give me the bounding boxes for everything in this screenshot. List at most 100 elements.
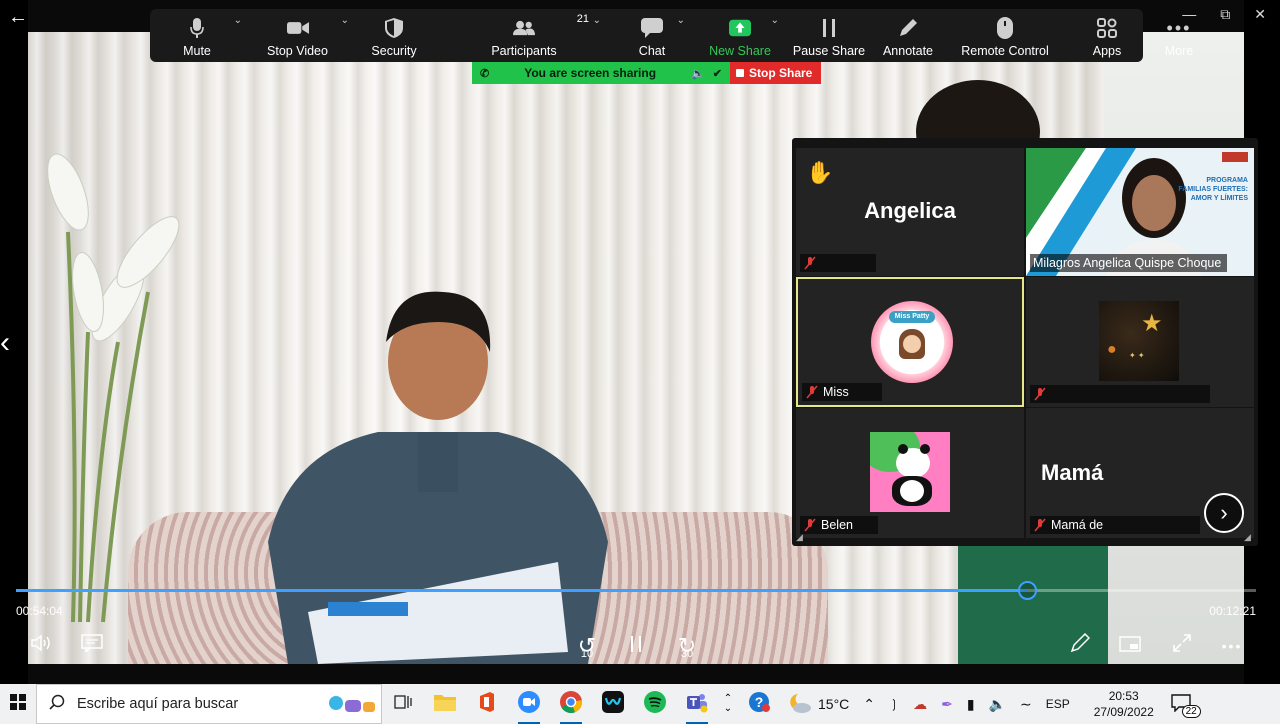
taskbar-search-box[interactable]: Escribe aquí para buscar: [36, 684, 382, 724]
windows-logo-icon: [10, 693, 26, 715]
pencil-icon: [897, 17, 919, 39]
video-progress-bar[interactable]: [16, 581, 1256, 600]
taskbar-app-office[interactable]: [466, 684, 508, 724]
close-icon[interactable]: ✕: [1254, 6, 1266, 23]
battery-icon[interactable]: ▮: [967, 696, 975, 713]
name-bar: Belen: [800, 516, 878, 534]
connection-icon[interactable]: ∼: [1020, 696, 1032, 713]
notification-center-button[interactable]: 22: [1162, 684, 1202, 724]
rewind-button[interactable]: ↺ 10: [574, 633, 600, 660]
video-camera-icon: [286, 17, 309, 39]
remote-control-button[interactable]: Remote Control: [955, 9, 1055, 62]
phone-icon: ✆: [480, 67, 490, 80]
more-button[interactable]: ••• More: [1157, 9, 1201, 62]
expand-icon: [1172, 633, 1192, 659]
volume-icon[interactable]: 🔈: [989, 696, 1006, 713]
name-bar: [800, 254, 876, 272]
chevron-down-icon[interactable]: ⌄: [771, 15, 779, 26]
resize-handle-icon[interactable]: ◢: [796, 532, 806, 542]
restore-icon[interactable]: ⧉: [1220, 6, 1230, 23]
forward-button[interactable]: ↻ 30: [674, 633, 700, 660]
draw-button[interactable]: [1068, 632, 1092, 659]
participants-button[interactable]: 21 ⌄ Participants: [481, 9, 601, 62]
reading-man: [268, 291, 608, 664]
participant-tile[interactable]: ✋ Angelica: [796, 148, 1024, 276]
stop-video-button[interactable]: ⌄ Stop Video: [250, 9, 349, 62]
taskbar-app-help[interactable]: ?: [738, 684, 780, 724]
taskbar-app-spotify[interactable]: [634, 684, 676, 724]
taskbar-app-file-explorer[interactable]: [424, 684, 466, 724]
next-page-button[interactable]: ›: [1204, 493, 1244, 533]
svg-text:?: ?: [755, 694, 764, 710]
back-arrow-icon[interactable]: ←: [8, 6, 28, 29]
speaker-icon: [31, 634, 53, 658]
more-options-button[interactable]: •••: [1220, 634, 1244, 658]
participant-tile[interactable]: Belen: [796, 408, 1024, 538]
input-language[interactable]: ESP: [1046, 697, 1070, 711]
name-bar: [1030, 385, 1210, 403]
notification-icon: 22: [1171, 694, 1201, 718]
sharing-status: You are screen sharing: [524, 66, 657, 80]
muted-mic-icon: [1033, 387, 1047, 401]
mini-player-icon: [1119, 635, 1141, 658]
task-view-icon: [394, 694, 412, 715]
share-arrow-icon: [729, 17, 751, 39]
chevron-down-icon[interactable]: ⌄: [341, 15, 349, 26]
teams-icon: [686, 691, 708, 718]
mute-button[interactable]: ⌄ Mute: [156, 9, 242, 62]
chrome-icon: [560, 690, 582, 718]
volume-button[interactable]: [30, 634, 54, 658]
taskbar-app-chrome[interactable]: [550, 684, 592, 724]
resize-handle-icon[interactable]: ◢: [1244, 532, 1254, 542]
subtitles-button[interactable]: [80, 634, 104, 658]
annotate-button[interactable]: Annotate: [875, 9, 941, 62]
pen-feather-icon[interactable]: ✒: [941, 696, 953, 713]
apps-icon: [1096, 17, 1118, 39]
chevron-down-icon[interactable]: ⌄: [234, 15, 242, 26]
taskbar-app-zoom[interactable]: [508, 684, 550, 724]
zoom-app-icon: [518, 690, 540, 718]
pause-button[interactable]: [626, 634, 646, 658]
microphone-icon: [186, 17, 208, 39]
network-icon[interactable]: ❳: [889, 697, 899, 711]
chevron-down-icon[interactable]: ⌄: [593, 15, 601, 26]
mini-player-button[interactable]: [1118, 634, 1142, 658]
muted-mic-icon: [805, 385, 819, 399]
security-button[interactable]: Security: [359, 9, 429, 62]
pencil-icon: [1070, 632, 1091, 659]
participants-gallery: ✋ Angelica PROGRAMA FAMILIAS FUERTES: AM…: [792, 138, 1258, 546]
chevron-down-icon[interactable]: ⌄: [677, 15, 685, 26]
task-view-button[interactable]: [382, 684, 424, 724]
participants-icon: [513, 17, 535, 39]
search-icon: [49, 694, 65, 714]
pause-share-button[interactable]: Pause Share: [789, 9, 869, 62]
folder-icon: [434, 693, 456, 716]
taskbar-clock[interactable]: 20:53 27/09/2022: [1086, 688, 1162, 720]
profile-avatar: Miss Patty: [871, 301, 953, 383]
chevron-up-icon[interactable]: ⌃: [863, 696, 875, 713]
stop-share-button[interactable]: Stop Share: [730, 62, 821, 84]
taskbar-app-webex[interactable]: [592, 684, 634, 724]
pause-icon: [630, 635, 642, 658]
name-bar: Milagros Angelica Quispe Choque: [1030, 254, 1228, 272]
moon-cloud-icon: [788, 692, 812, 717]
new-share-button[interactable]: ⌄ New Share: [705, 9, 779, 62]
participant-count: 21: [576, 13, 589, 25]
chevron-right-icon: ›: [1220, 500, 1228, 525]
participant-tile[interactable]: ★ ● ✦ ✦: [1026, 277, 1254, 407]
apps-button[interactable]: Apps: [1087, 9, 1127, 62]
spotify-icon: [644, 690, 666, 718]
previous-chevron-icon[interactable]: ‹: [0, 328, 10, 358]
weather-widget[interactable]: 15°C: [788, 684, 849, 724]
start-button[interactable]: [0, 684, 36, 724]
fullscreen-button[interactable]: [1170, 634, 1194, 658]
progress-knob[interactable]: [1017, 581, 1037, 600]
system-tray: ⌃ ❳ ☁ ✒ ▮ 🔈 ∼ ESP: [863, 684, 1069, 724]
participant-tile[interactable]: PROGRAMA FAMILIAS FUERTES: AMOR Y LÍMITE…: [1026, 148, 1254, 276]
shield-check-icon: ✔: [712, 67, 722, 80]
taskbar-app-teams[interactable]: [676, 684, 718, 724]
chat-button[interactable]: ⌄ Chat: [623, 9, 685, 62]
participant-tile-active[interactable]: Miss Patty Miss: [796, 277, 1024, 407]
security-alert-icon[interactable]: ☁: [913, 696, 927, 713]
show-hidden-apps-button[interactable]: ⌃ ⌄: [718, 684, 738, 724]
